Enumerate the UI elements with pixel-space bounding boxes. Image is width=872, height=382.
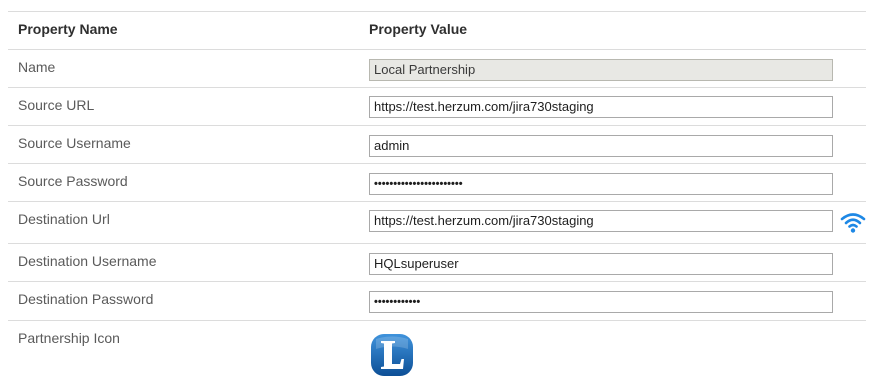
table-row-destination-password: Destination Password •••••••••••• (8, 281, 866, 320)
properties-table: Property Name Property Value Name Local … (0, 0, 872, 381)
wifi-icon[interactable] (840, 210, 866, 234)
table-row-destination-username: Destination Username HQLsuperuser (8, 243, 866, 281)
table-row-name: Name Local Partnership (8, 49, 866, 87)
table-row-source-url: Source URL https://test.herzum.com/jira7… (8, 87, 866, 125)
row-label-source-url: Source URL (18, 97, 95, 113)
table-row-destination-url: Destination Url https://test.herzum.com/… (8, 201, 866, 243)
row-label-name: Name (18, 59, 56, 75)
destination-username-input[interactable]: HQLsuperuser (369, 253, 833, 275)
row-label-source-username: Source Username (18, 135, 131, 151)
row-label-partnership-icon: Partnership Icon (18, 330, 120, 346)
table-row-source-username: Source Username admin (8, 125, 866, 163)
row-label-source-password: Source Password (18, 173, 128, 189)
table-row-source-password: Source Password ••••••••••••••••••••••• (8, 163, 866, 201)
table-row-partnership-icon: Partnership Icon (8, 320, 866, 381)
table-header: Property Name Property Value (8, 11, 866, 49)
source-password-input[interactable]: ••••••••••••••••••••••• (369, 173, 833, 195)
source-username-input[interactable]: admin (369, 135, 833, 157)
row-label-destination-username: Destination Username (18, 253, 157, 269)
row-label-destination-password: Destination Password (18, 291, 154, 307)
destination-url-input[interactable]: https://test.herzum.com/jira730staging (369, 210, 833, 232)
header-property-name: Property Name (18, 21, 118, 37)
name-field: Local Partnership (369, 59, 833, 81)
wifi-icon-graphic (840, 213, 866, 233)
source-url-input[interactable]: https://test.herzum.com/jira730staging (369, 96, 833, 118)
partnership-logo-icon[interactable] (370, 333, 414, 377)
destination-password-input[interactable]: •••••••••••• (369, 291, 833, 313)
partnership-logo-graphic (371, 334, 413, 376)
row-label-destination-url: Destination Url (18, 211, 110, 227)
header-property-value: Property Value (369, 21, 468, 37)
